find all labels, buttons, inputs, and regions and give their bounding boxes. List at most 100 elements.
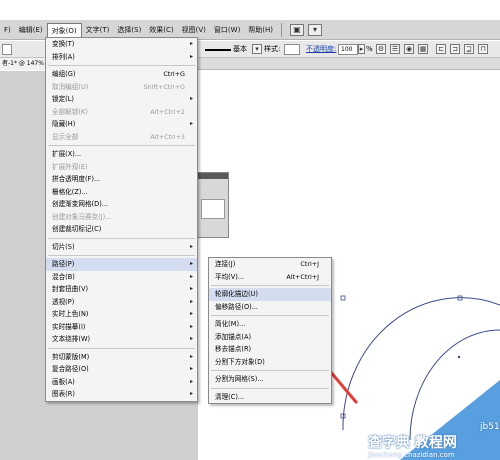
menu-item-label: 创建对象马赛克(J)... <box>52 212 112 221</box>
menu-item-label: 变换(T) <box>52 40 75 48</box>
menu-item[interactable]: 创建渐变网格(D)... <box>46 198 197 211</box>
menu-item-label: 创建裁切标记(C) <box>52 225 102 233</box>
menu-item: 扩展外观(E) <box>46 161 197 174</box>
submenu-arrow-icon: ▸ <box>189 285 193 292</box>
menu-item: 显示全部 Alt+Ctrl+3 <box>46 131 197 144</box>
selection-handle[interactable] <box>340 295 346 301</box>
menu-item[interactable]: 轮廓化描边(U) <box>209 288 331 301</box>
menu-item[interactable]: 栅格化(Z)... <box>46 186 197 199</box>
menu-item[interactable]: 简化(M)... <box>209 318 331 331</box>
menu-item[interactable]: 文本绕排(W) ▸ <box>46 333 197 346</box>
menu-divider <box>211 285 329 286</box>
menu-item[interactable]: 变换(T) ▸ <box>46 38 197 51</box>
menu-item-label: 分割下方对象(D) <box>215 357 265 366</box>
watermark: jb51.net 查字典 教程网 jiaocheng.chazidian.com <box>368 420 500 460</box>
menu-item-label: 透视(P) <box>52 297 75 306</box>
submenu-arrow-icon: ▸ <box>189 390 193 397</box>
menu-item[interactable]: 分割为网格(S)... <box>209 373 331 386</box>
menu-item-label: 切片(S) <box>52 242 75 251</box>
menu-item-shortcut: Alt+Ctrl+J <box>286 272 319 281</box>
menu-item[interactable]: 封套扭曲(V) ▸ <box>46 283 197 296</box>
menu-item-label: 实时描摹(I) <box>52 322 86 331</box>
watermark-url: jiaocheng.chazidian.com <box>368 451 455 459</box>
menu-item-label: 剪切蒙版(M) <box>52 352 90 361</box>
submenu-arrow-icon: ▸ <box>189 52 193 60</box>
menu-item-label: 锁定(L) <box>52 95 75 103</box>
menu-divider <box>48 237 195 239</box>
menu-item[interactable]: 编组(G) Ctrl+G <box>46 68 197 81</box>
menu-item-label: 编组(G) <box>52 70 76 78</box>
menu-item-label: 栅格化(Z)... <box>52 187 88 196</box>
menu-item-label: 隐藏(H) <box>52 120 76 128</box>
menu-item-label: 复合路径(O) <box>52 365 89 373</box>
menu-item[interactable]: 平均(V)... Alt+Ctrl+J <box>209 271 331 284</box>
menu-item-shortcut: Shift+Ctrl+G <box>143 82 185 91</box>
menu-item-shortcut: Alt+Ctrl+2 <box>150 107 185 116</box>
menu-item[interactable]: 实时描摹(I) ▸ <box>46 321 197 334</box>
menu-item-label: 轮廓化描边(U) <box>215 290 258 298</box>
menu-item-label: 显示全部 <box>52 132 79 141</box>
menu-item-label: 图表(R) <box>52 390 75 398</box>
menu-divider <box>48 65 195 66</box>
menu-item[interactable]: 隐藏(H) ▸ <box>46 118 197 131</box>
menu-item[interactable]: 切片(S) ▸ <box>46 241 197 254</box>
menu-item-label: 取消编组(U) <box>52 82 89 91</box>
submenu-arrow-icon: ▸ <box>189 352 193 360</box>
menu-item-label: 创建渐变网格(D)... <box>52 200 109 208</box>
menu-item[interactable]: 锁定(L) ▸ <box>46 93 197 106</box>
menu-item-label: 画板(A) <box>52 377 75 386</box>
submenu-arrow-icon: ▸ <box>189 335 193 342</box>
menu-item: 创建对象马赛克(J)... <box>46 211 197 224</box>
menu-item[interactable]: 连接(J) Ctrl+J <box>209 258 331 271</box>
menu-item[interactable]: 添加锚点(A) <box>209 331 331 344</box>
menu-item[interactable]: 偏移路径(O)... <box>209 301 331 314</box>
submenu-arrow-icon: ▸ <box>189 95 193 102</box>
menu-item-label: 添加锚点(A) <box>215 332 252 341</box>
submenu-arrow-icon: ▸ <box>189 242 193 250</box>
menu-item-label: 清理(C)... <box>215 392 245 401</box>
submenu-arrow-icon: ▸ <box>189 365 193 372</box>
center-point <box>457 355 461 359</box>
menu-item-label: 路径(P) <box>52 260 75 268</box>
menu-item[interactable]: 移去锚点(R) <box>209 343 331 356</box>
object-menu: 变换(T) ▸ 排列(A) ▸ 编组(G) Ctrl+G 取消编组(U) Shift+Ctrl… <box>45 37 198 402</box>
menu-item[interactable]: 清理(C)... <box>209 391 331 404</box>
menu-item[interactable]: 创建裁切标记(C) <box>46 223 197 236</box>
menu-item-label: 分割为网格(S)... <box>215 375 264 383</box>
menu-item[interactable]: 拼合透明度(F)... <box>46 173 197 186</box>
menu-item[interactable]: 图表(R) ▸ <box>46 388 197 401</box>
menu-divider <box>211 387 329 389</box>
menu-item-label: 封套扭曲(V) <box>52 285 89 293</box>
menu-item: 取消编组(U) Shift+Ctrl+G <box>46 81 197 94</box>
submenu-arrow-icon: ▸ <box>189 310 193 317</box>
menu-item-label: 实时上色(N) <box>52 310 89 318</box>
watermark-title: 查字典 教程网 <box>368 435 457 451</box>
menu-item[interactable]: 实时上色(N) ▸ <box>46 308 197 321</box>
menu-item-label: 移去锚点(R) <box>215 345 252 353</box>
menu-item-label: 拼合透明度(F)... <box>52 175 101 183</box>
submenu-arrow-icon: ▸ <box>189 40 193 47</box>
menu-item-label: 简化(M)... <box>215 320 246 328</box>
menu-item[interactable]: 画板(A) ▸ <box>46 376 197 389</box>
submenu-arrow-icon: ▸ <box>189 297 193 305</box>
menu-item-shortcut: Ctrl+G <box>163 70 185 78</box>
menu-item[interactable]: 混合(B) ▸ <box>46 271 197 284</box>
menu-item-label: 全部解锁(K) <box>52 107 88 116</box>
menu-item[interactable]: 排列(A) ▸ <box>46 51 197 64</box>
submenu-arrow-icon: ▸ <box>189 322 193 330</box>
menu-item[interactable]: 复合路径(O) ▸ <box>46 363 197 376</box>
menu-item[interactable]: 分割下方对象(D) <box>209 356 331 369</box>
menu-item-shortcut: Ctrl+J <box>300 260 319 268</box>
menu-item: 全部解锁(K) Alt+Ctrl+2 <box>46 106 197 119</box>
submenu-arrow-icon: ▸ <box>189 120 193 127</box>
submenu-arrow-icon: ▸ <box>189 377 193 385</box>
menu-item[interactable]: 扩展(X)... <box>46 148 197 161</box>
watermark-site: jb51.net <box>480 422 500 432</box>
menu-divider <box>48 145 195 146</box>
menu-item[interactable]: 透视(P) ▸ <box>46 296 197 309</box>
menu-item-label: 扩展(X)... <box>52 150 82 158</box>
menu-item[interactable]: 路径(P) ▸ <box>46 258 197 271</box>
submenu-arrow-icon: ▸ <box>189 260 193 267</box>
menu-item[interactable]: 剪切蒙版(M) ▸ <box>46 351 197 364</box>
menu-item-label: 偏移路径(O)... <box>215 302 258 311</box>
